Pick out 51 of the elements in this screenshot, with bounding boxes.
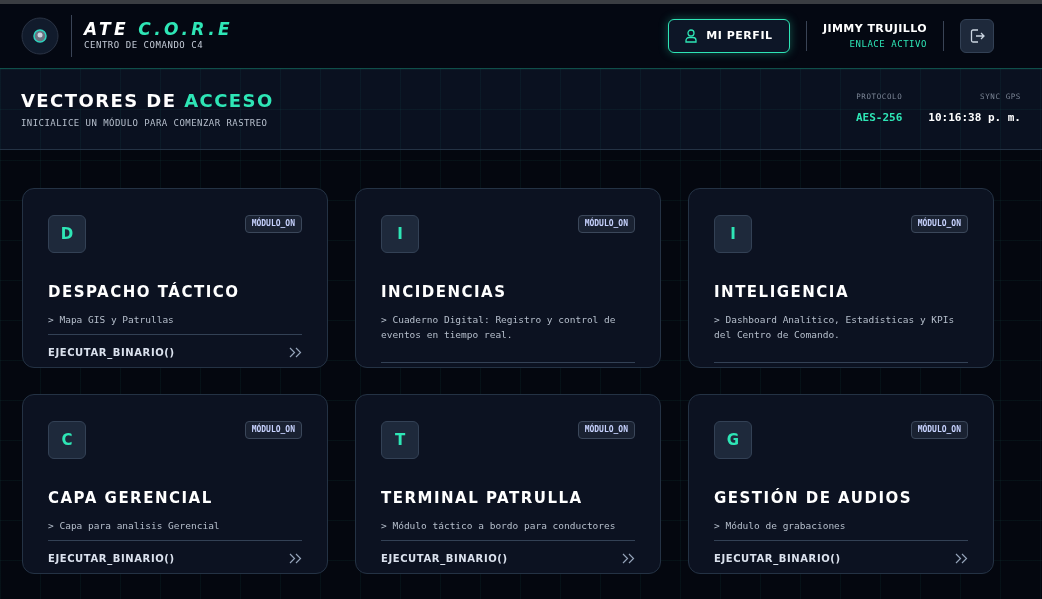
module-title: DESPACHO TÁCTICO <box>48 281 241 303</box>
stat-value: AES-256 <box>855 110 903 127</box>
module-initial-icon: C <box>48 421 86 459</box>
module-card[interactable]: D MÓDULO_ON DESPACHO TÁCTICO > Mapa GIS y Patrullas EJECUTAR_BINARIO() <box>22 188 328 368</box>
module-description: > Mapa GIS y Patrullas <box>48 312 175 327</box>
link-status: ENLACE ACTIVO <box>849 37 927 51</box>
profile-button[interactable]: MI PERFIL <box>667 19 790 53</box>
module-description: > Módulo táctico a bordo para conductores <box>381 518 617 533</box>
module-initial-icon: I <box>381 215 419 253</box>
module-initial-icon: T <box>381 421 419 459</box>
module-card[interactable]: C MÓDULO_ON CAPA GERENCIAL > Capa para analisis Gerencial EJECUTAR_BINARIO() <box>22 394 328 574</box>
module-card[interactable]: I MÓDULO_ON INCIDENCIAS > Cuaderno Digital: Registro y control de eventos en tiempo real. <box>355 188 661 368</box>
execute-link[interactable]: EJECUTAR_BINARIO() <box>381 551 508 566</box>
module-description: > Capa para analisis Gerencial <box>48 518 221 533</box>
double-chevron-icon <box>622 553 635 564</box>
module-initial-icon: D <box>48 215 86 253</box>
module-description: > Dashboard Analítico, Estadísticas y KPIs del Centro de Comando. <box>714 312 956 342</box>
module-initial-icon: G <box>714 421 752 459</box>
execute-link[interactable]: EJECUTAR_BINARIO() <box>714 551 841 566</box>
execute-link[interactable]: EJECUTAR_BINARIO() <box>48 345 175 360</box>
module-card[interactable]: I MÓDULO_ON INTELIGENCIA > Dashboard Analítico, Estadísticas y KPIs del Centro de Comando. <box>688 188 994 368</box>
module-title: GESTIÓN DE AUDIOS <box>714 487 914 509</box>
module-card[interactable]: T MÓDULO_ON TERMINAL PATRULLA > Módulo táctico a bordo para conductores EJECUTAR_BINARIO() <box>355 394 661 574</box>
module-description: > Cuaderno Digital: Registro y control de eventos en tiempo real. <box>381 312 617 342</box>
double-chevron-icon <box>289 553 302 564</box>
brand-subtitle: CENTRO DE COMANDO C4 <box>84 39 205 53</box>
module-status-badge: MÓDULO_ON <box>577 215 635 233</box>
execute-link[interactable]: EJECUTAR_BINARIO() <box>48 551 175 566</box>
section-title: VECTORES DE ACCESO <box>21 89 274 114</box>
user-icon <box>685 29 698 43</box>
module-status-badge: MÓDULO_ON <box>910 215 968 233</box>
logout-button[interactable] <box>960 19 994 53</box>
module-card[interactable]: G MÓDULO_ON GESTIÓN DE AUDIOS > Módulo de grabaciones EJECUTAR_BINARIO() <box>688 394 994 574</box>
module-initial-icon: I <box>714 215 752 253</box>
emblem-logo-icon <box>21 17 59 55</box>
module-title: INCIDENCIAS <box>381 282 508 303</box>
brand-name: ATE C.O.R.E <box>84 19 234 40</box>
section-subtitle: INICIALICE UN MÓDULO PARA COMENZAR RASTREO <box>21 117 269 131</box>
logout-icon <box>969 29 985 43</box>
module-description: > Módulo de grabaciones <box>714 518 847 533</box>
module-status-badge: MÓDULO_ON <box>577 421 635 439</box>
double-chevron-icon <box>955 553 968 564</box>
module-title: INTELIGENCIA <box>714 282 851 303</box>
module-status-badge: MÓDULO_ON <box>910 421 968 439</box>
module-title: CAPA GERENCIAL <box>48 488 214 509</box>
module-title: TERMINAL PATRULLA <box>381 488 584 509</box>
user-name: JIMMY TRUJILLO <box>822 21 927 37</box>
stat-value: 10:16:38 p. m. <box>928 110 1021 127</box>
double-chevron-icon <box>289 347 302 358</box>
module-status-badge: MÓDULO_ON <box>244 215 302 233</box>
module-status-badge: MÓDULO_ON <box>244 421 302 439</box>
